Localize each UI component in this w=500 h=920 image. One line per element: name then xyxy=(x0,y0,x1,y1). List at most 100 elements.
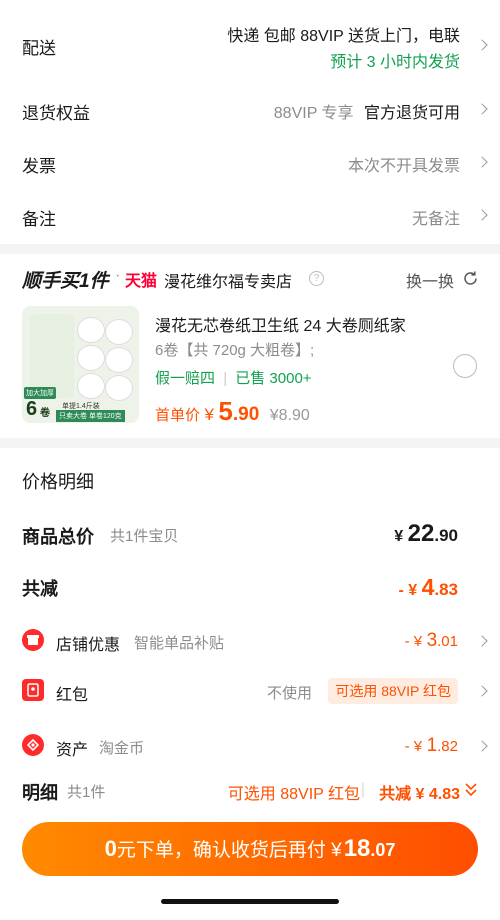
roll-graphic xyxy=(106,320,132,344)
reduce-prefix: - ¥ xyxy=(398,582,418,599)
divider xyxy=(0,244,500,254)
price-detail-title: 价格明细 xyxy=(22,472,94,492)
pay-integer: 18 xyxy=(343,835,371,862)
shop-discount-prefix: - ¥ xyxy=(404,633,423,650)
guarantee-text: 假一赔四 xyxy=(155,370,216,387)
asset-integer: 1 xyxy=(426,735,438,756)
chevron-right-icon xyxy=(476,39,488,51)
delivery-method: 快递 包邮 88VIP 送货上门，电联 xyxy=(227,28,460,45)
hongbao-label: 红包 xyxy=(56,687,89,704)
chevron-right-icon xyxy=(476,685,488,697)
product-title[interactable]: 漫花无芯卷纸卫生纸 24 大卷厕纸家 xyxy=(155,312,406,336)
currency-symbol: ¥ xyxy=(394,528,404,545)
chevron-right-icon xyxy=(476,740,488,752)
note-label: 备注 xyxy=(22,210,56,229)
reduce-amount: - ¥ 4.83 xyxy=(398,574,458,601)
shunshou-title: 顺手买1件 xyxy=(22,271,109,292)
home-indicator xyxy=(161,899,339,904)
total-amount: ¥ 22.90 xyxy=(394,520,458,548)
price-decimal: .90 xyxy=(232,404,260,425)
footer-hongbao-link[interactable]: 可选用 88VIP 红包 xyxy=(228,780,360,804)
image-count: 6 xyxy=(26,398,38,420)
info-icon[interactable]: ? xyxy=(309,271,324,286)
pay-text: 元下单，确认收货后再付 ¥ xyxy=(116,840,342,861)
roll-graphic xyxy=(78,374,104,398)
reduce-row: 共减 - ¥ 4.83 xyxy=(0,572,500,604)
asset-prefix: - ¥ xyxy=(404,738,423,755)
shop-discount-amount: - ¥ 3.01 xyxy=(405,630,458,652)
roll-graphic xyxy=(106,376,132,400)
shop-header: 顺手买1件 · 天猫 漫花维尔福专卖店 ? 换一换 xyxy=(0,262,500,296)
double-chevron-down-icon[interactable] xyxy=(464,782,478,798)
shop-name[interactable]: 漫花维尔福专卖店 xyxy=(164,268,292,292)
note-row[interactable]: 备注 无备注 xyxy=(0,196,500,236)
swap-label[interactable]: 换一换 xyxy=(406,268,454,292)
returns-label: 退货权益 xyxy=(22,104,90,123)
chevron-right-icon xyxy=(476,103,488,115)
reduce-integer: 4 xyxy=(421,574,435,600)
place-order-button[interactable]: 0元下单，确认收货后再付 ¥18.07 xyxy=(22,822,478,876)
pay-decimal: .07 xyxy=(370,840,396,860)
asset-row[interactable]: 资产 淘金币 - ¥ 1.82 xyxy=(0,731,500,761)
chevron-right-icon xyxy=(476,209,488,221)
reduce-decimal: .83 xyxy=(434,580,458,599)
returns-vip-tag: 88VIP 专享 xyxy=(273,105,354,122)
shop-discount-decimal: .01 xyxy=(437,633,458,650)
chevron-right-icon xyxy=(476,156,488,168)
shop-icon xyxy=(22,629,44,651)
separator-dot: · xyxy=(115,267,121,284)
total-price-row: 商品总价 共1件宝贝 ¥ 22.90 xyxy=(0,520,500,552)
footer-summary: 明细 共1件 可选用 88VIP 红包 | 共减 ¥ 4.83 xyxy=(0,776,500,806)
sold-count: 已售 3000+ xyxy=(235,370,312,387)
order-confirm-page: 配送 快递 包邮 88VIP 送货上门，电联 预计 3 小时内发货 退货权益 8… xyxy=(0,0,500,920)
image-caption: 只卖大卷 单卷120克 xyxy=(56,410,125,422)
shop-discount-row[interactable]: 店铺优惠 智能单品补贴 - ¥ 3.01 xyxy=(0,626,500,656)
shop-discount-sub: 智能单品补贴 xyxy=(134,635,225,652)
hongbao-row[interactable]: 红包 不使用 可选用 88VIP 红包 xyxy=(0,676,500,706)
refresh-icon[interactable] xyxy=(462,270,479,287)
footer-reduce-text[interactable]: 共减 ¥ 4.83 xyxy=(379,780,460,804)
product-image[interactable]: 加大加厚 6 卷 单提1.4斤装 只卖大卷 单卷120克 xyxy=(22,306,139,423)
returns-value: 官方退货可用 xyxy=(363,105,460,122)
detail-label[interactable]: 明细 xyxy=(22,779,58,805)
delivery-row[interactable]: 配送 快递 包邮 88VIP 送货上门，电联 预计 3 小时内发货 xyxy=(0,14,500,76)
invoice-row[interactable]: 发票 本次不开具发票 xyxy=(0,143,500,183)
product-card[interactable]: 加大加厚 6 卷 单提1.4斤装 只卖大卷 单卷120克 漫花无芯卷纸卫生纸 2… xyxy=(0,306,500,426)
image-unit: 卷 xyxy=(40,408,50,419)
delivery-label: 配送 xyxy=(22,39,56,58)
product-price: 首单价 ¥ 5.90 ¥8.90 xyxy=(155,396,310,427)
pay-prefix: 0 xyxy=(104,836,117,861)
reduce-label: 共减 xyxy=(22,579,58,599)
total-sub: 共1件宝贝 xyxy=(110,528,179,545)
invoice-value: 本次不开具发票 xyxy=(347,158,460,175)
tmall-logo: 天猫 xyxy=(125,273,158,290)
roll-graphic xyxy=(106,348,132,372)
red-packet-icon xyxy=(22,679,44,701)
chevron-right-icon xyxy=(476,635,488,647)
price-integer: 5 xyxy=(218,396,233,426)
total-integer: 22 xyxy=(407,520,435,547)
total-decimal: .90 xyxy=(434,526,458,545)
roll-graphic xyxy=(78,346,104,370)
shop-discount-label: 店铺优惠 xyxy=(56,637,121,654)
asset-label: 资产 xyxy=(56,742,89,759)
currency-symbol: ¥ xyxy=(204,405,214,424)
hongbao-status: 不使用 xyxy=(266,685,312,702)
product-spec: 6卷【共 720g 大粗卷】; xyxy=(155,342,315,359)
delivery-eta: 预计 3 小时内发货 xyxy=(330,54,460,71)
roll-graphic xyxy=(78,318,104,342)
original-price: ¥8.90 xyxy=(269,407,310,424)
asset-sub: 淘金币 xyxy=(99,740,145,757)
shop-discount-integer: 3 xyxy=(426,630,438,651)
note-value: 无备注 xyxy=(411,211,460,228)
detail-sub: 共1件 xyxy=(67,784,106,801)
first-order-label: 首单价 xyxy=(155,407,201,424)
returns-row[interactable]: 退货权益 88VIP 专享 官方退货可用 xyxy=(0,90,500,130)
asset-decimal: .82 xyxy=(437,738,458,755)
divider xyxy=(0,438,500,448)
select-radio[interactable] xyxy=(453,354,477,378)
coin-icon xyxy=(22,734,44,756)
total-label: 商品总价 xyxy=(22,527,94,547)
invoice-label: 发票 xyxy=(22,157,56,176)
vip-hongbao-badge[interactable]: 可选用 88VIP 红包 xyxy=(328,678,458,704)
